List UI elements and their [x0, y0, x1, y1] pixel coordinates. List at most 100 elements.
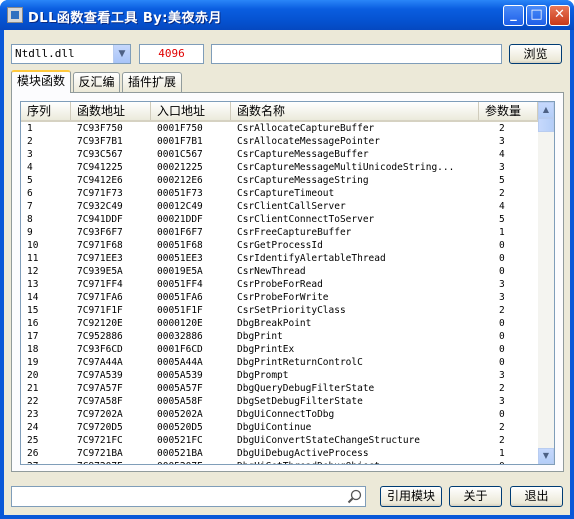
- scroll-down-icon[interactable]: ▼: [538, 448, 554, 464]
- search-input[interactable]: [11, 486, 366, 507]
- table-cell: 0001F6F7: [157, 227, 203, 238]
- table-cell: 1: [27, 123, 33, 134]
- table-cell: 27: [27, 460, 67, 464]
- vertical-scrollbar[interactable]: ▲ ▼: [538, 102, 554, 464]
- table-cell: 7C941DDF: [77, 214, 123, 225]
- table-row[interactable]: 13 7C971FF4 00051FF4 CsrProbeForRead 3: [21, 278, 538, 291]
- table-row[interactable]: 16 7C92120E 0000120E DbgBreakPoint 0: [21, 317, 538, 330]
- table-cell: 20: [27, 370, 39, 381]
- path-field[interactable]: [211, 44, 502, 64]
- table-row[interactable]: 8 7C941DDF 00021DDF CsrClientConnectToServe…: [21, 213, 538, 226]
- window-title: DLL函数查看工具 By:美夜赤月: [28, 11, 222, 26]
- table-cell: 25: [27, 435, 39, 446]
- table-cell: 0: [499, 409, 505, 420]
- table-row[interactable]: 2 7C93F7B1 0001F7B1 CsrAllocateMessagePoint…: [21, 135, 538, 148]
- table-row[interactable]: 7 7C932C49 00012C49 CsrClientCallServer 4: [21, 200, 538, 213]
- maximize-button[interactable]: □: [526, 5, 547, 26]
- table-row[interactable]: 20 7C97A539 0005A539 DbgPrompt 3: [21, 369, 538, 382]
- table-row[interactable]: 12 7C939E5A 00019E5A CsrNewThread 0: [21, 265, 538, 278]
- dll-select[interactable]: Ntdll.dll ▼: [11, 44, 131, 64]
- table-row[interactable]: 17 7C952886 00032886 DbgPrint 0: [21, 330, 538, 343]
- table-cell: 7C97202A: [77, 409, 123, 420]
- table-cell: 13: [27, 279, 39, 290]
- table-row[interactable]: 26 7C9721BA 000521BA DbgUiDebugActiveProces…: [21, 447, 538, 460]
- minimize-button[interactable]: _: [503, 5, 524, 26]
- table-cell: DbgUiDebugActiveProcess: [237, 448, 369, 459]
- scroll-up-icon[interactable]: ▲: [538, 102, 554, 118]
- table-cell: 00021225: [157, 162, 203, 173]
- app-icon: [7, 7, 23, 23]
- tab-module-functions[interactable]: 模块函数: [11, 70, 71, 93]
- table-row[interactable]: 4 7C941225 00021225 CsrCaptureMessageMultiU…: [21, 161, 538, 174]
- column-header-func-addr[interactable]: 函数地址: [71, 102, 151, 120]
- table-cell: 00021DDF: [157, 214, 203, 225]
- function-list[interactable]: 序列 函数地址 入口地址 函数名称 参数量 1 7C93F750 0001F750 C…: [20, 101, 555, 465]
- table-row[interactable]: 9 7C93F6F7 0001F6F7 CsrFreeCaptureBuffer 1: [21, 226, 538, 239]
- table-cell: 12: [27, 266, 39, 277]
- column-header-func-name[interactable]: 函数名称: [231, 102, 479, 120]
- main-window: DLL函数查看工具 By:美夜赤月 _ □ ✕ Ntdll.dll ▼ 4096…: [0, 0, 574, 519]
- table-cell: 0005A57F: [157, 383, 203, 394]
- table-row[interactable]: 22 7C97A58F 0005A58F DbgSetDebugFilterState…: [21, 395, 538, 408]
- table-row[interactable]: 11 7C971EE3 00051EE3 CsrIdentifyAlertableTh…: [21, 252, 538, 265]
- table-cell: DbgQueryDebugFilterState: [237, 383, 375, 394]
- table-row[interactable]: 15 7C971F1F 00051F1F CsrSetPriorityClass 2: [21, 304, 538, 317]
- table-cell: 2: [27, 136, 33, 147]
- table-cell: 3: [499, 292, 505, 303]
- table-cell: 7C92120E: [77, 318, 123, 329]
- table-cell: 4: [499, 149, 505, 160]
- table-cell: 3: [499, 370, 505, 381]
- table-row[interactable]: 24 7C9720D5 000520D5 DbgUiContinue 2: [21, 421, 538, 434]
- table-cell: 6: [27, 188, 33, 199]
- table-row[interactable]: 18 7C93F6CD 0001F6CD DbgPrintEx 0: [21, 343, 538, 356]
- table-row[interactable]: 1 7C93F750 0001F750 CsrAllocateCaptureBuffe…: [21, 122, 538, 135]
- table-cell: 0000120E: [157, 318, 203, 329]
- table-cell: DbgBreakPoint: [237, 318, 312, 329]
- table-cell: 0: [499, 344, 505, 355]
- table-row[interactable]: 25 7C9721FC 000521FC DbgUiConvertStateChang…: [21, 434, 538, 447]
- scroll-thumb[interactable]: [538, 118, 554, 132]
- table-cell: 3: [27, 149, 33, 160]
- about-button[interactable]: 关于: [449, 486, 502, 507]
- table-cell: 3: [499, 162, 505, 173]
- table-row[interactable]: 21 7C97A57F 0005A57F DbgQueryDebugFilterSta…: [21, 382, 538, 395]
- column-header-param-count[interactable]: 参数量: [479, 102, 538, 120]
- ref-module-button[interactable]: 引用模块: [380, 486, 442, 507]
- table-cell: CsrClientConnectToServer: [237, 214, 375, 225]
- tab-disassembly[interactable]: 反汇编: [73, 72, 120, 92]
- table-cell: 17: [27, 331, 39, 342]
- exit-button[interactable]: 退出: [510, 486, 563, 507]
- chevron-down-icon[interactable]: ▼: [113, 45, 130, 63]
- table-row[interactable]: 23 7C97202A 0005202A DbgUiConnectToDbg 0: [21, 408, 538, 421]
- column-header-index[interactable]: 序列: [21, 102, 71, 120]
- table-cell: 0005A539: [157, 370, 203, 381]
- table-cell: 15: [27, 305, 39, 316]
- table-cell: 7C97A44A: [77, 357, 123, 368]
- table-cell: 26: [27, 448, 39, 459]
- column-header-entry-addr[interactable]: 入口地址: [151, 102, 231, 120]
- table-row[interactable]: 10 7C971F68 00051F68 CsrGetProcessId 0: [21, 239, 538, 252]
- client-area: Ntdll.dll ▼ 4096 浏览 模块函数 反汇编 插件扩展 序列 函数地…: [4, 30, 570, 515]
- close-button[interactable]: ✕: [549, 5, 570, 26]
- tab-plugins[interactable]: 插件扩展: [122, 72, 182, 92]
- table-cell: 2: [499, 422, 505, 433]
- table-row[interactable]: 6 7C971F73 00051F73 CsrCaptureTimeout 2: [21, 187, 538, 200]
- table-cell: CsrFreeCaptureBuffer: [237, 227, 352, 238]
- table-row[interactable]: 5 7C9412E6 000212E6 CsrCaptureMessageString…: [21, 174, 538, 187]
- table-row[interactable]: 14 7C971FA6 00051FA6 CsrProbeForWrite 3: [21, 291, 538, 304]
- table-row[interactable]: 19 7C97A44A 0005A44A DbgPrintReturnControlC…: [21, 356, 538, 369]
- table-cell: 7: [27, 201, 33, 212]
- table-cell: 3: [499, 396, 505, 407]
- table-cell: DbgUiConnectToDbg: [237, 409, 335, 420]
- count-field[interactable]: 4096: [139, 44, 204, 64]
- search-icon[interactable]: [347, 489, 362, 504]
- table-row[interactable]: 27 7C97207E 0005207E DbgUiGetThreadDebugObj…: [21, 460, 538, 464]
- table-cell: 7C971F1F: [77, 305, 123, 316]
- table-cell: 22: [27, 396, 39, 407]
- table-cell: 0001F7B1: [157, 136, 203, 147]
- table-cell: DbgPrompt: [237, 370, 289, 381]
- table-cell: 000521FC: [157, 435, 203, 446]
- browse-button[interactable]: 浏览: [509, 44, 562, 64]
- table-row[interactable]: 3 7C93C567 0001C567 CsrCaptureMessageBuffer…: [21, 148, 538, 161]
- title-bar[interactable]: DLL函数查看工具 By:美夜赤月 _ □ ✕: [0, 0, 574, 30]
